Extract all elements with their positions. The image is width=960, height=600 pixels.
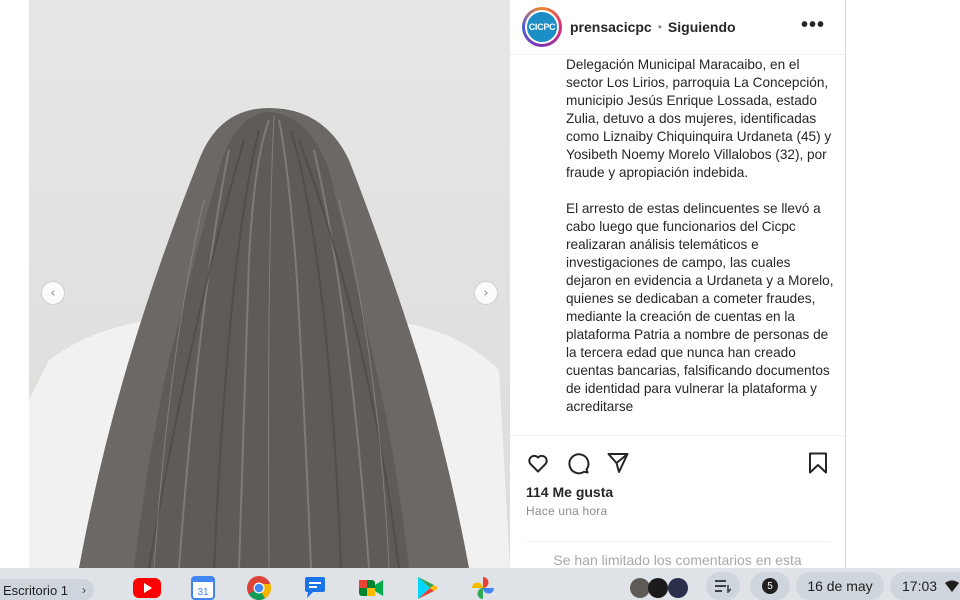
status-area-button[interactable]: 17:03 xyxy=(890,572,960,600)
comment-icon[interactable] xyxy=(566,451,590,475)
bookmark-icon[interactable] xyxy=(806,451,830,475)
heart-icon[interactable] xyxy=(526,451,550,475)
google-meet-icon[interactable] xyxy=(355,576,387,600)
youtube-icon[interactable] xyxy=(131,576,163,600)
date-text: 16 de may xyxy=(807,578,873,594)
caption-paragraph: Delegación Municipal Maracaibo, en el se… xyxy=(566,57,832,180)
post-timestamp[interactable]: Hace una hora xyxy=(526,504,607,518)
chrome-icon[interactable] xyxy=(243,576,275,600)
notification-count: 5 xyxy=(762,578,778,594)
chevron-left-icon: ‹ xyxy=(50,285,56,301)
notifications-button[interactable]: 5 xyxy=(750,572,790,600)
next-photo-button[interactable]: › xyxy=(474,281,498,305)
previous-photo-button[interactable]: ‹ xyxy=(41,281,65,305)
share-icon[interactable] xyxy=(606,451,630,475)
comments-divider xyxy=(526,541,829,542)
calendar-day: 31 xyxy=(197,587,209,598)
messages-icon[interactable] xyxy=(299,576,331,600)
wifi-icon xyxy=(945,580,960,592)
following-button[interactable]: Siguiendo xyxy=(668,19,736,35)
desk-switcher-button[interactable]: Escritorio 1 › xyxy=(0,579,95,600)
chevron-right-icon: › xyxy=(82,583,87,597)
comments-limited-notice: Se han limitado los comentarios en esta xyxy=(553,552,802,568)
date-button[interactable]: 16 de may xyxy=(796,572,884,600)
post-photo[interactable]: ‹ › xyxy=(29,0,510,568)
caption-paragraph: El arresto de estas delincuentes se llev… xyxy=(566,201,834,414)
chevron-right-icon: › xyxy=(483,285,489,301)
taskbar-shelf: Escritorio 1 › 31 5 16 de may 17:03 xyxy=(0,568,960,600)
clock-text: 17:03 xyxy=(902,578,938,594)
post-header: CICPC prensacicpc • Siguiendo ••• xyxy=(510,0,845,55)
post-caption: Delegación Municipal Maracaibo, en el se… xyxy=(566,55,834,435)
more-options-icon[interactable]: ••• xyxy=(801,14,825,37)
desk-label: Escritorio 1 xyxy=(3,582,69,598)
avatar-logo: CICPC xyxy=(525,10,559,44)
post-details-panel: CICPC prensacicpc • Siguiendo ••• Delega… xyxy=(510,0,846,568)
avatar[interactable]: CICPC xyxy=(522,7,562,47)
tote-icon[interactable] xyxy=(706,572,740,600)
play-store-icon[interactable] xyxy=(411,576,443,600)
username-link[interactable]: prensacicpc xyxy=(570,19,652,35)
hair-photo-image xyxy=(29,108,510,568)
google-calendar-icon[interactable]: 31 xyxy=(187,576,219,600)
google-photos-icon[interactable] xyxy=(467,576,499,600)
likes-count[interactable]: 114 Me gusta xyxy=(526,484,613,500)
post-actions: 114 Me gusta Hace una hora Se han limita… xyxy=(510,435,845,568)
window-thumbnails[interactable] xyxy=(628,576,696,600)
separator-dot: • xyxy=(657,20,662,34)
